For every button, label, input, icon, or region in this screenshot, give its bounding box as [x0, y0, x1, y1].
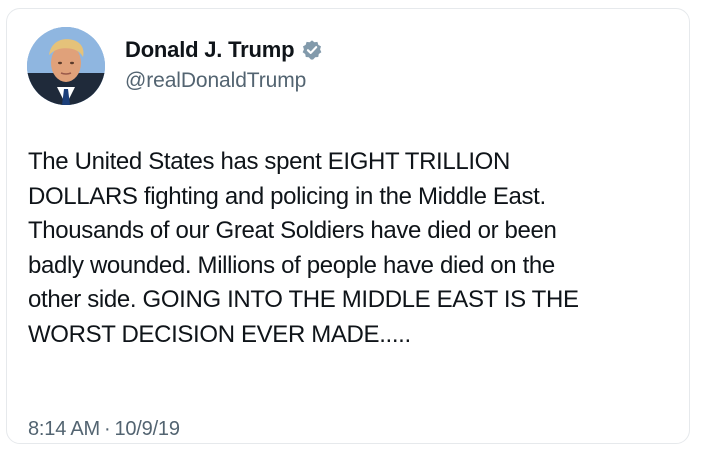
tweet-time: 8:14 AM — [28, 418, 100, 440]
tweet-date: 10/9/19 — [114, 418, 180, 440]
name-row: Donald J. Trump — [125, 35, 323, 65]
verified-badge-icon — [301, 39, 323, 61]
tweet-card[interactable]: Donald J. Trump @realDonaldTrump The Uni… — [6, 8, 690, 444]
meta-separator: · — [103, 418, 111, 440]
author-info: Donald J. Trump @realDonaldTrump — [125, 35, 323, 93]
tweet-header: Donald J. Trump @realDonaldTrump — [27, 27, 323, 105]
tweet-timestamp[interactable]: 8:14 AM · 10/9/19 — [28, 418, 180, 441]
user-handle[interactable]: @realDonaldTrump — [125, 69, 323, 93]
avatar[interactable] — [27, 27, 105, 105]
tweet-text: The United States has spent EIGHT TRILLI… — [28, 148, 579, 348]
avatar-image — [27, 27, 105, 105]
display-name[interactable]: Donald J. Trump — [125, 37, 295, 63]
